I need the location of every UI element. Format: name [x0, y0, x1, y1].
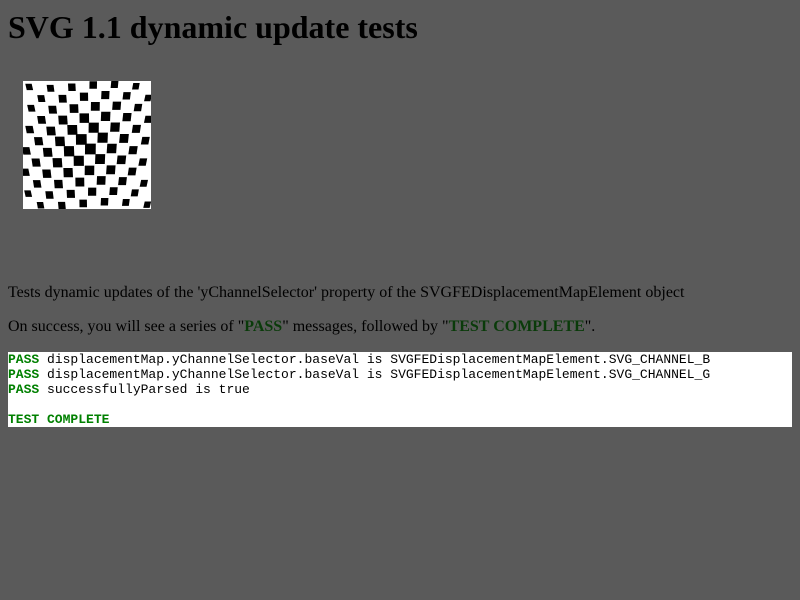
- checker-square: [54, 179, 64, 189]
- checker-square: [42, 147, 53, 157]
- checker-square: [97, 132, 108, 143]
- checker-square: [46, 126, 56, 136]
- checker-square: [69, 104, 79, 113]
- console-line: PASS displacementMap.yChannelSelector.ba…: [8, 367, 792, 382]
- checker-square: [118, 177, 127, 186]
- test-instructions: On success, you will see a series of "PA…: [8, 317, 595, 336]
- checker-square: [75, 177, 85, 187]
- checker-square: [37, 95, 46, 103]
- test-console: PASS displacementMap.yChannelSelector.ba…: [8, 352, 792, 427]
- checker-square: [128, 146, 138, 155]
- console-message: displacementMap.yChannelSelector.baseVal…: [39, 367, 711, 382]
- checker-square: [67, 125, 78, 135]
- checker-square: [130, 189, 139, 197]
- checker-square: [67, 83, 76, 91]
- checker-square: [101, 91, 110, 100]
- checker-square: [73, 155, 84, 166]
- checker-square: [100, 111, 111, 122]
- checker-square: [121, 199, 130, 206]
- checker-square: [122, 112, 132, 122]
- checker-square: [119, 134, 129, 143]
- checker-square: [133, 103, 143, 112]
- checker-square: [109, 187, 118, 195]
- checker-square: [138, 158, 148, 166]
- checker-square: [87, 187, 97, 196]
- checker-square: [122, 92, 131, 100]
- checker-square: [88, 122, 99, 133]
- checker-square: [100, 198, 109, 206]
- checkerboard-svg: [23, 81, 151, 209]
- checker-square: [25, 125, 35, 134]
- checker-square: [79, 199, 88, 208]
- checker-square: [131, 124, 141, 133]
- checker-square: [112, 101, 122, 110]
- checker-square: [27, 104, 36, 112]
- checker-square: [63, 167, 73, 178]
- checker-square: [127, 167, 137, 176]
- checker-square: [45, 191, 54, 199]
- checker-square: [84, 143, 96, 155]
- checker-square: [106, 165, 116, 175]
- checker-square: [90, 101, 100, 111]
- console-line: PASS successfullyParsed is true: [8, 382, 792, 397]
- test-complete-label: TEST COMPLETE: [8, 412, 110, 427]
- checker-square: [79, 113, 90, 123]
- instructions-prefix: On success, you will see a series of ": [8, 318, 245, 335]
- checker-square: [46, 84, 55, 92]
- checker-square: [84, 165, 95, 176]
- checker-square: [79, 92, 89, 101]
- checker-square: [66, 189, 76, 198]
- console-message: displacementMap.yChannelSelector.baseVal…: [39, 352, 711, 367]
- instructions-pass-keyword: PASS: [244, 318, 283, 335]
- checker-square: [116, 155, 127, 165]
- test-description: Tests dynamic updates of the 'yChannelSe…: [8, 284, 685, 301]
- checker-square: [132, 82, 140, 90]
- instructions-middle: " messages, followed by ": [282, 318, 449, 335]
- instructions-suffix: ".: [584, 318, 596, 335]
- checker-square: [140, 136, 150, 145]
- checker-square: [139, 179, 149, 187]
- console-message: successfullyParsed is true: [39, 382, 250, 397]
- pass-label: PASS: [8, 382, 40, 397]
- checker-square: [48, 105, 58, 114]
- pass-label: PASS: [8, 367, 40, 382]
- checker-square: [58, 94, 67, 103]
- checker-square: [33, 137, 44, 146]
- checker-square: [89, 81, 98, 89]
- checker-square: [42, 169, 52, 178]
- instructions-complete-keyword: TEST COMPLETE: [448, 318, 585, 335]
- checker-square: [96, 176, 106, 185]
- checker-square: [52, 158, 63, 168]
- checker-square: [37, 116, 47, 124]
- checker-square: [75, 134, 87, 145]
- checker-square: [110, 122, 120, 132]
- displacement-map-image: [23, 81, 151, 209]
- checker-square: [54, 136, 66, 147]
- checker-square: [31, 158, 41, 167]
- checker-square: [57, 201, 66, 209]
- checker-square: [36, 201, 45, 209]
- pass-label: PASS: [8, 352, 40, 367]
- checker-square: [106, 143, 117, 154]
- checker-square: [32, 180, 42, 188]
- checker-square: [63, 146, 75, 157]
- page-title: SVG 1.1 dynamic update tests: [8, 9, 418, 45]
- checker-square: [58, 115, 68, 125]
- checker-square: [95, 154, 106, 164]
- console-line: PASS displacementMap.yChannelSelector.ba…: [8, 352, 792, 367]
- checker-square: [110, 81, 119, 89]
